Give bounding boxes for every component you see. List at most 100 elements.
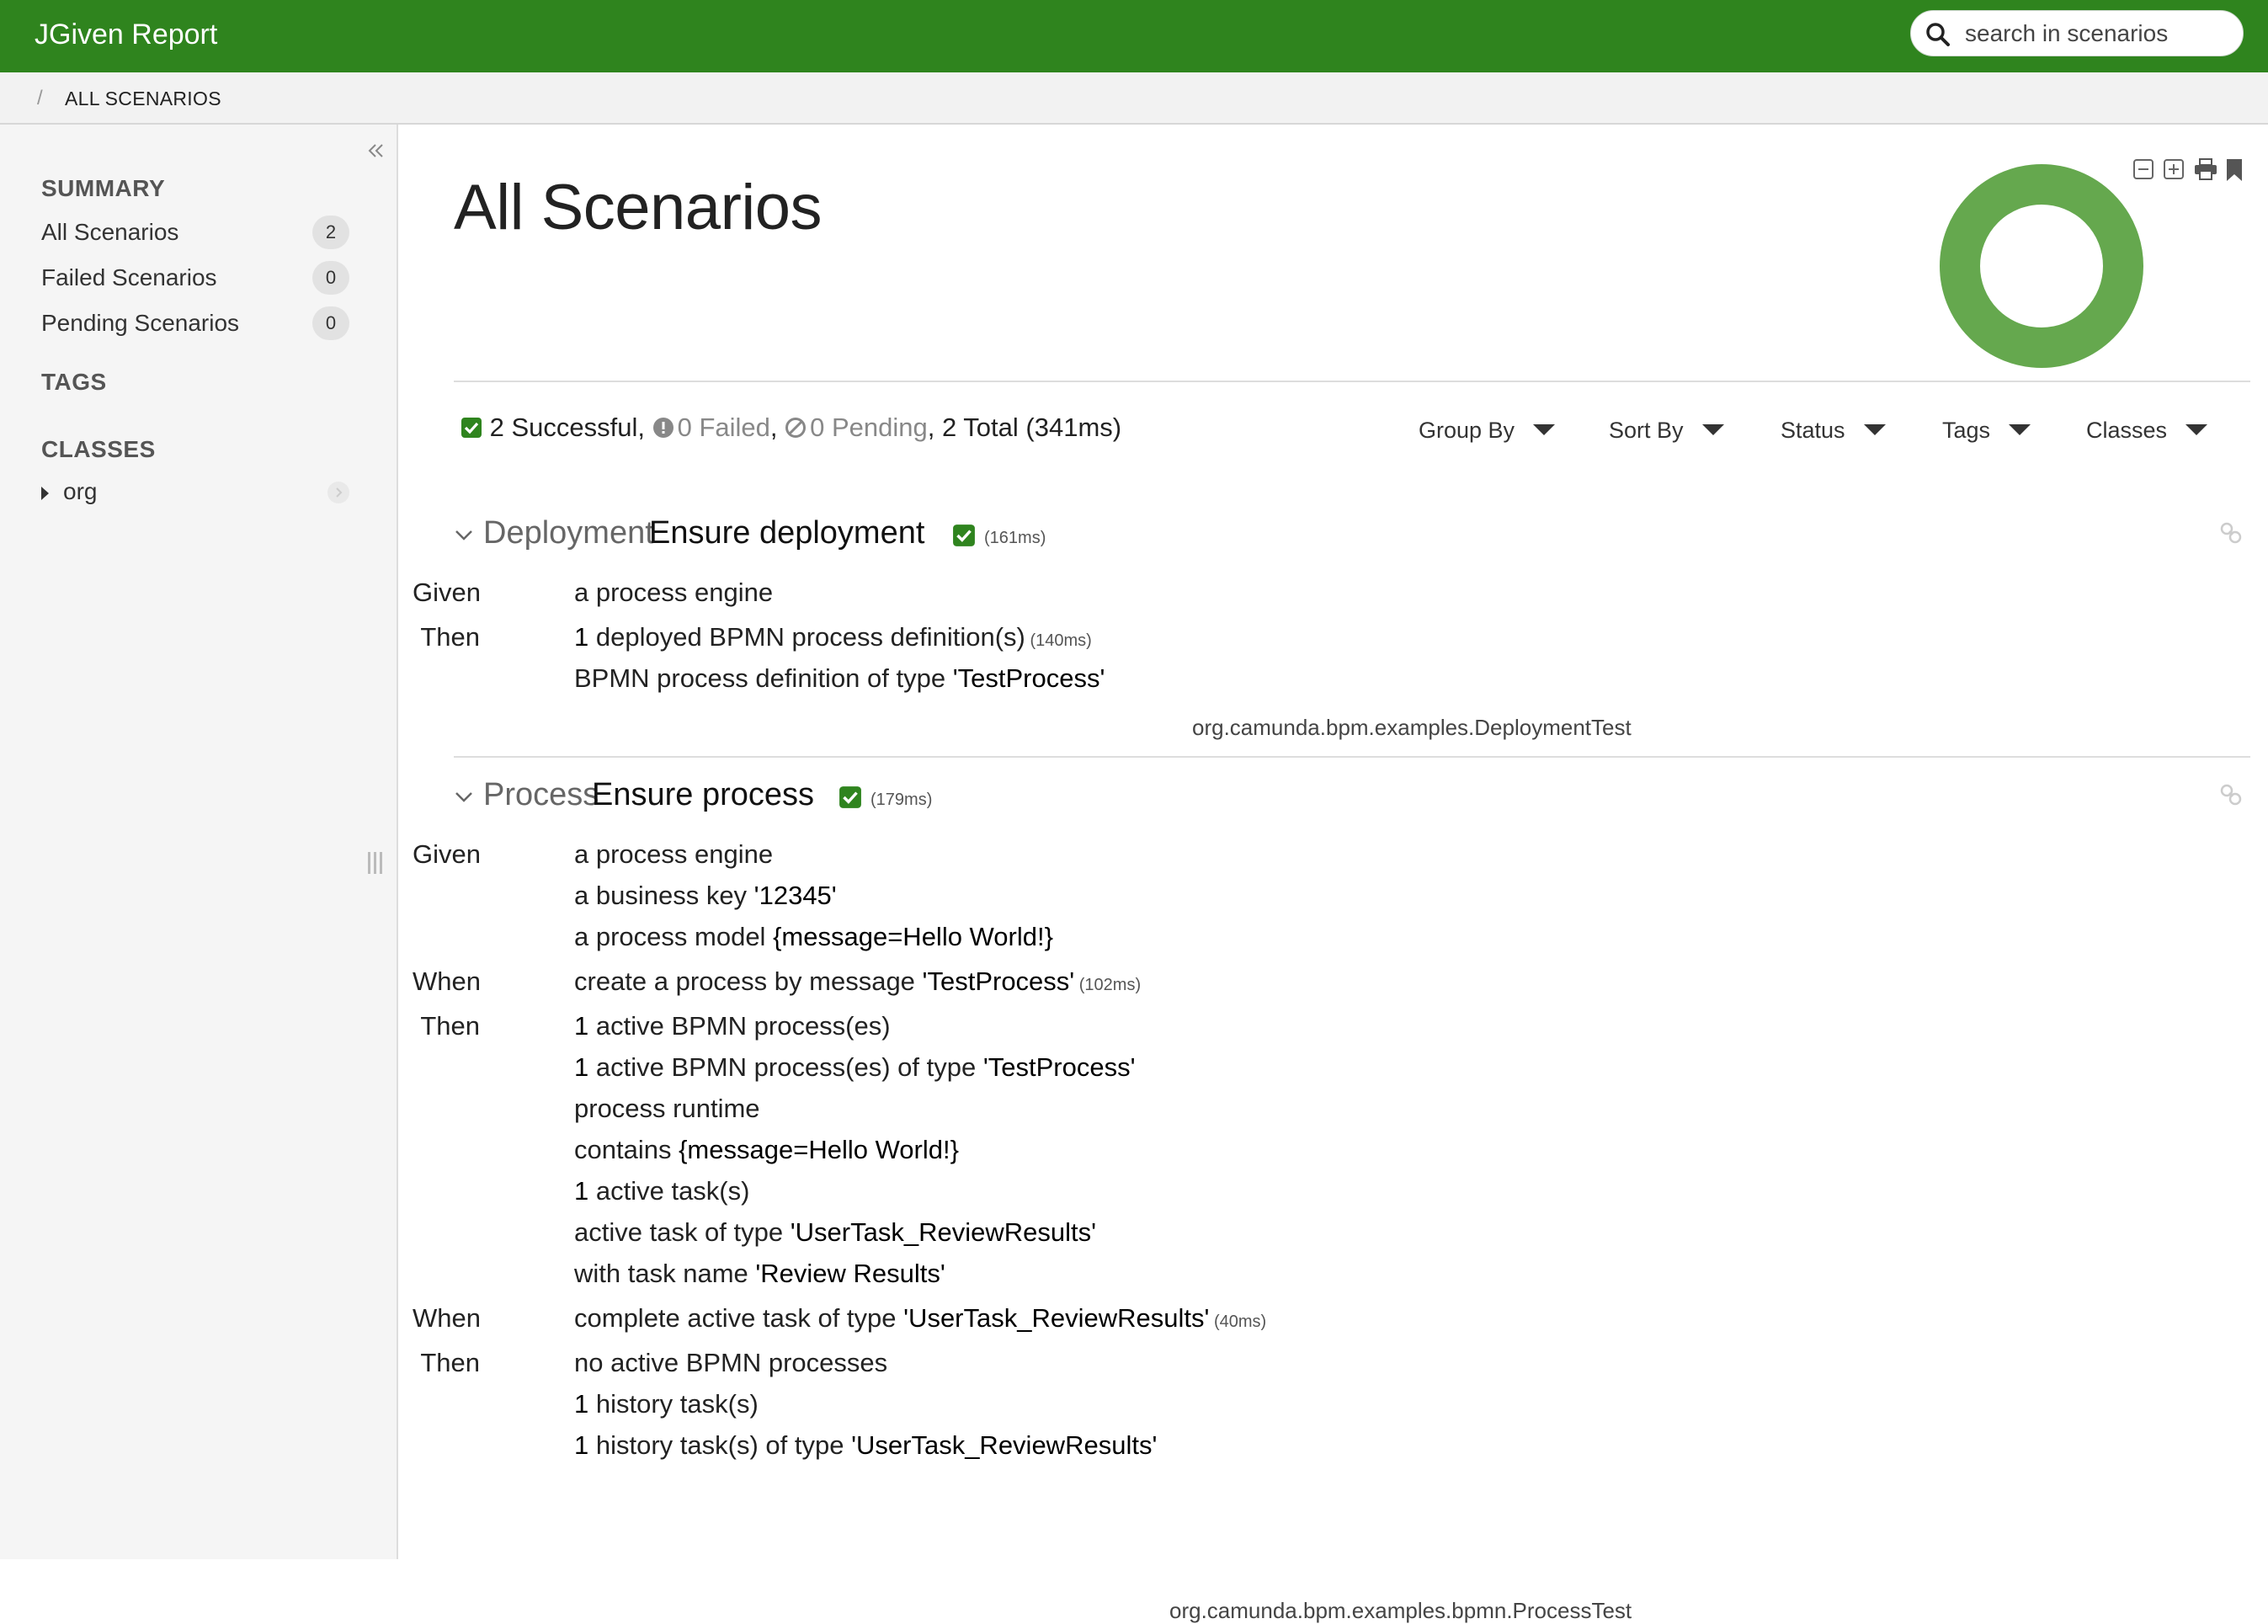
step-keyword: Then (420, 622, 480, 652)
sidebar-item-all-scenarios[interactable]: All Scenarios 2 (41, 216, 349, 253)
breadcrumb-separator: / (37, 87, 43, 109)
expand-all-icon[interactable] (2163, 158, 2185, 180)
print-icon[interactable] (2193, 158, 2218, 180)
step-text: complete active task of type 'UserTask_R… (574, 1303, 1266, 1334)
successful-count[interactable]: 2 Successful (490, 413, 638, 442)
tags-dropdown[interactable]: Tags (1942, 418, 2031, 444)
step-text: a process model {message=Hello World!} (574, 922, 1053, 952)
step-text: 1 active BPMN process(es) (574, 1011, 891, 1041)
success-check-icon (461, 418, 482, 438)
step-keyword: Then (420, 1011, 480, 1041)
dropdown-label: Classes (2086, 418, 2168, 443)
scenario-header[interactable]: Deployment Ensure deployment (161ms) (454, 515, 2250, 556)
step-text: 1 active task(s) (574, 1176, 749, 1206)
step-argument: 1 (574, 1052, 589, 1082)
step-argument: 1 (574, 1176, 589, 1206)
step-text: process runtime (574, 1094, 760, 1124)
chevron-down-icon[interactable] (454, 789, 474, 806)
sidebar-item-label: All Scenarios (41, 219, 179, 245)
step-keyword: Given (413, 578, 481, 607)
main-content: All Scenarios 2 Successful, 0 Failed, 0 … (400, 125, 2268, 1623)
link-icon[interactable] (2218, 520, 2244, 546)
step-text: no active BPMN processes (574, 1348, 887, 1378)
step-text: 1 active BPMN process(es) of type 'TestP… (574, 1052, 1136, 1083)
step-word: active task(s) (588, 1176, 750, 1206)
breadcrumb-item[interactable]: ALL SCENARIOS (65, 88, 221, 110)
total-count: 2 Total (341ms) (942, 413, 1122, 442)
step-text: create a process by message 'TestProcess… (574, 966, 1141, 997)
step-word: contains (574, 1135, 679, 1164)
sort-by-dropdown[interactable]: Sort By (1609, 418, 1724, 444)
scenario-header[interactable]: Process Ensure process (179ms) (454, 777, 2250, 817)
resize-handle-icon[interactable] (365, 850, 386, 876)
classes-title: CLASSES (41, 436, 156, 462)
step-word: history task(s) (588, 1389, 759, 1419)
step-word: BPMN process definition of type (574, 663, 953, 693)
sidebar-item-label: Failed Scenarios (41, 264, 217, 290)
top-bar: JGiven Report (0, 0, 2268, 72)
count-badge: 2 (312, 216, 349, 249)
divider (454, 381, 2250, 382)
pending-count[interactable]: 0 Pending (810, 413, 928, 442)
step-argument: 'UserTask_ReviewResults' (903, 1303, 1210, 1333)
donut-slice-successful[interactable] (1940, 164, 2143, 368)
chevron-down-icon[interactable] (454, 527, 474, 544)
step-word: a business key (574, 881, 754, 910)
divider (454, 756, 2250, 758)
tags-title: TAGS (41, 369, 107, 395)
scenario-class-name[interactable]: org.camunda.bpm.examples.bpmn.ProcessTes… (1169, 1598, 1632, 1624)
step-word: no active BPMN processes (574, 1348, 888, 1377)
step-keyword: Then (420, 1348, 480, 1377)
scenario-stats: 2 Successful, 0 Failed, 0 Pending, 2 Tot… (461, 413, 1121, 443)
status-dropdown[interactable]: Status (1781, 418, 1886, 444)
collapse-sidebar-icon[interactable] (367, 141, 386, 160)
step-text: a process engine (574, 578, 773, 608)
step-word: a process engine (574, 839, 774, 869)
chevron-down-icon (1863, 424, 1886, 435)
breadcrumb: / ALL SCENARIOS (0, 72, 2268, 125)
bookmark-icon[interactable] (2225, 158, 2247, 181)
step-keyword: When (413, 966, 481, 996)
search-box[interactable] (1910, 10, 2244, 56)
step-argument: 'UserTask_ReviewResults' (851, 1430, 1158, 1460)
step-argument: '12345' (753, 881, 837, 910)
tree-item-org[interactable]: org (41, 477, 349, 510)
step-argument: 'TestProcess' (952, 663, 1105, 693)
link-icon[interactable] (2218, 782, 2244, 807)
pending-icon (785, 418, 807, 438)
chevron-down-icon (2009, 424, 2031, 435)
sidebar-item-failed-scenarios[interactable]: Failed Scenarios 0 (41, 261, 349, 298)
group-by-dropdown[interactable]: Group By (1419, 418, 1556, 444)
sidebar: SUMMARY All Scenarios 2 Failed Scenarios… (0, 125, 398, 1559)
step-word: with task name (574, 1259, 756, 1288)
step-argument: 1 (574, 1430, 589, 1460)
step-duration: (40ms) (1209, 1313, 1267, 1331)
scenario-class-name[interactable]: org.camunda.bpm.examples.DeploymentTest (1192, 715, 1632, 741)
step-text: a business key '12345' (574, 881, 837, 911)
sidebar-item-pending-scenarios[interactable]: Pending Scenarios 0 (41, 306, 349, 343)
app-title[interactable]: JGiven Report (35, 17, 217, 52)
search-input[interactable] (1965, 19, 2234, 49)
failed-count[interactable]: 0 Failed (678, 413, 770, 442)
step-word: active task of type (574, 1217, 791, 1247)
summary-title: SUMMARY (41, 175, 166, 201)
scenario-class-label: Deployment (483, 515, 654, 551)
search-icon (1926, 23, 1950, 46)
classes-dropdown[interactable]: Classes (2086, 418, 2208, 444)
step-keyword: Given (413, 839, 481, 869)
navigate-icon[interactable] (327, 482, 349, 503)
count-badge: 0 (312, 306, 349, 340)
step-text: BPMN process definition of type 'TestPro… (574, 663, 1105, 694)
step-text: 1 history task(s) of type 'UserTask_Revi… (574, 1430, 1157, 1461)
failed-icon (652, 418, 673, 438)
success-check-icon (953, 524, 975, 546)
step-text: a process engine (574, 839, 773, 870)
step-argument: 1 (574, 622, 589, 652)
toolbar-icons (2132, 158, 2242, 184)
step-argument: {message=Hello World!} (773, 922, 1053, 951)
chevron-down-icon (1533, 424, 1556, 435)
scenario-duration: (161ms) (984, 529, 1046, 547)
expand-caret-icon[interactable] (41, 487, 49, 500)
step-argument: 'Review Results' (755, 1259, 945, 1288)
step-text: contains {message=Hello World!} (574, 1135, 959, 1165)
